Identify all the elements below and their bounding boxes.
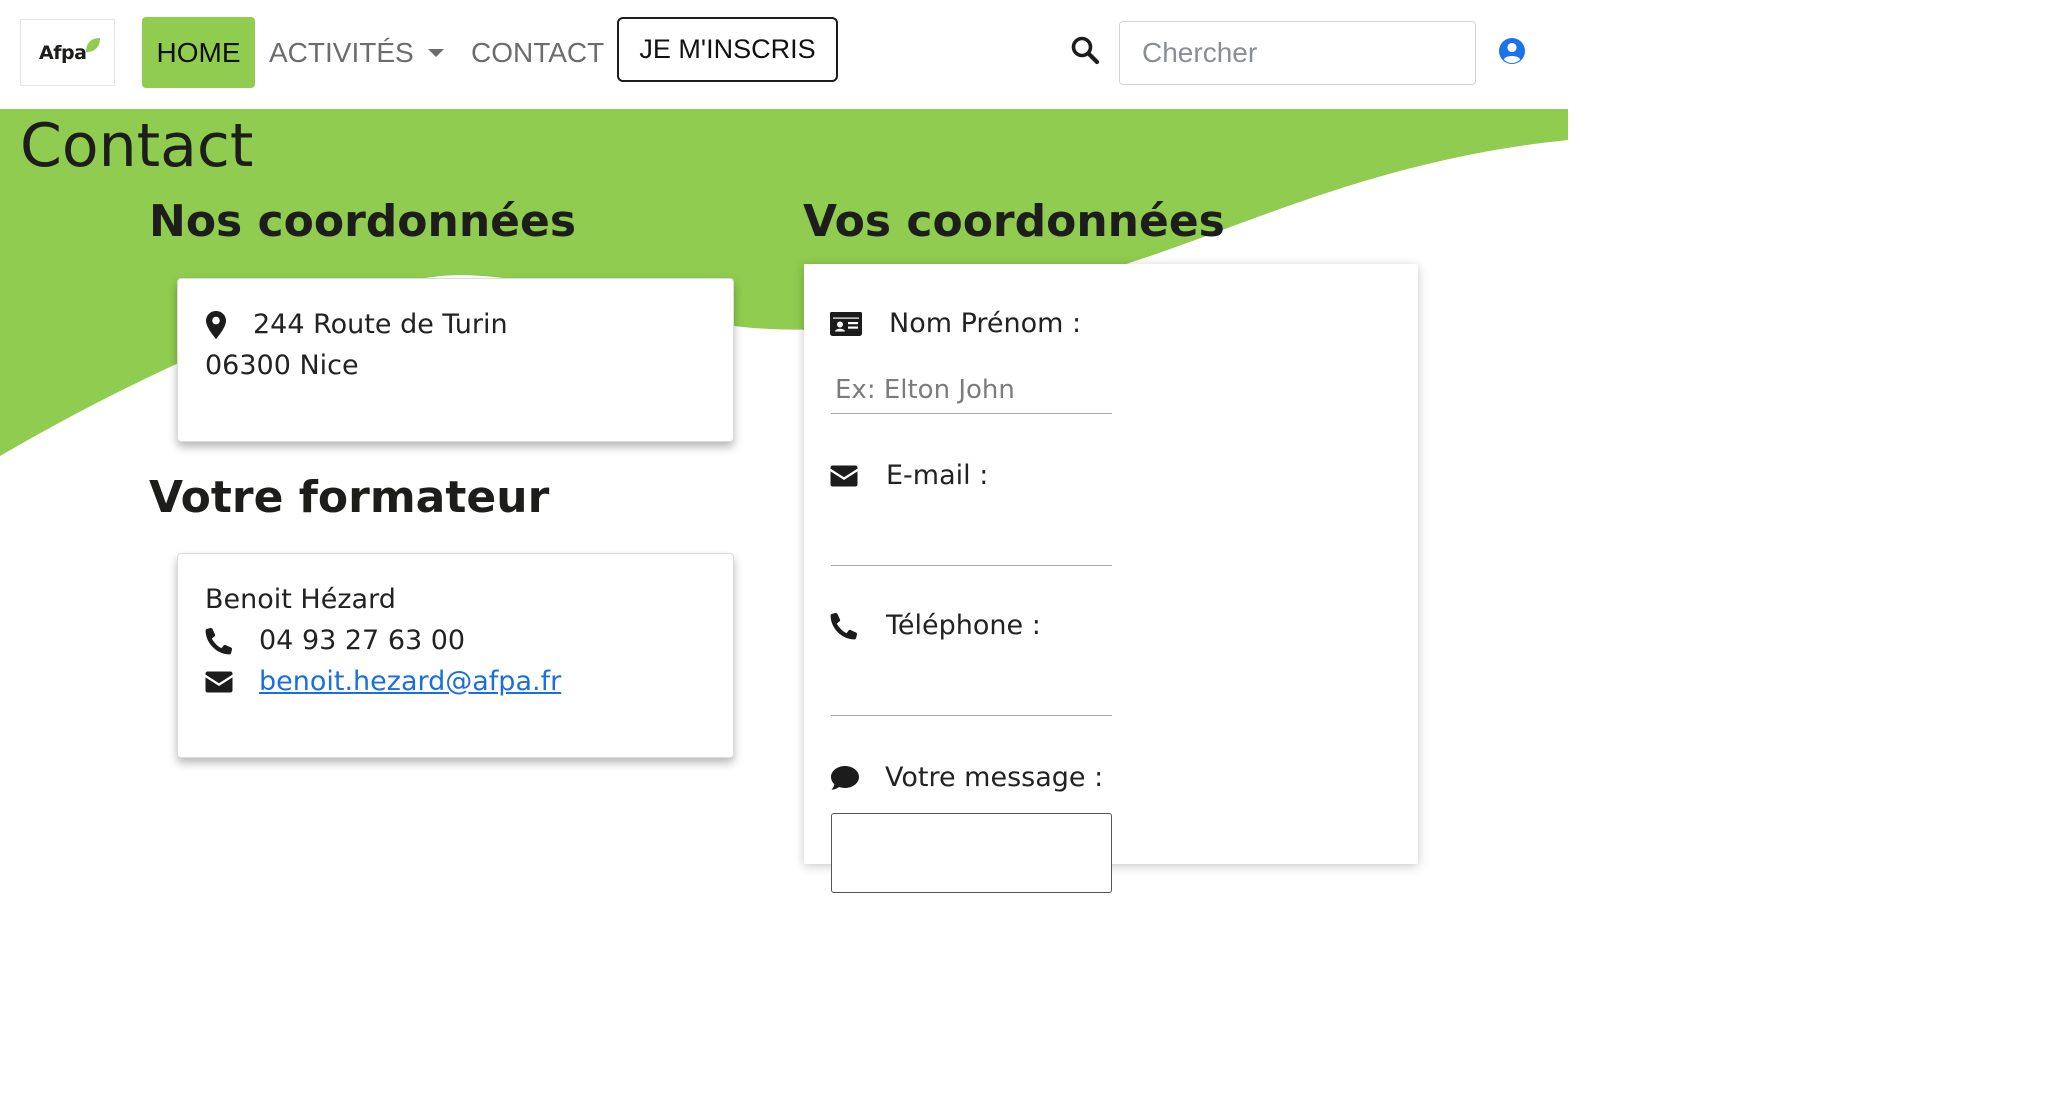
caret-down-icon xyxy=(427,48,444,57)
id-card-icon xyxy=(830,311,862,336)
navbar: Afpa HOME ACTIVITÉS CONTACT JE M'INSCRIS xyxy=(0,0,1568,109)
comment-icon xyxy=(831,765,859,790)
trainer-phone-line: 04 93 27 63 00 xyxy=(205,625,465,656)
phone-label: Téléphone : xyxy=(886,610,1041,641)
address-city: 06300 Nice xyxy=(205,350,359,381)
address-line-1: 244 Route de Turin xyxy=(205,309,508,340)
user-circle-icon[interactable] xyxy=(1497,36,1527,66)
nav-activites-label: ACTIVITÉS xyxy=(269,36,414,68)
trainer-phone: 04 93 27 63 00 xyxy=(259,625,466,656)
message-label: Votre message : xyxy=(885,762,1104,793)
phone-icon xyxy=(205,627,233,654)
nav-activites-dropdown[interactable]: ACTIVITÉS xyxy=(269,17,444,88)
page-title: Contact xyxy=(20,111,254,181)
phone-icon xyxy=(830,612,858,639)
message-label-row: Votre message : xyxy=(830,762,1103,793)
trainer-email-link[interactable]: benoit.hezard@afpa.fr xyxy=(259,666,561,697)
search-icon[interactable] xyxy=(1070,35,1100,65)
signup-button[interactable]: JE M'INSCRIS xyxy=(617,17,838,82)
nav-contact-link[interactable]: CONTACT xyxy=(471,17,604,88)
envelope-icon xyxy=(830,465,858,486)
email-input[interactable] xyxy=(831,518,1112,566)
nos-coordonnees-heading: Nos coordonnées xyxy=(149,196,577,247)
name-label: Nom Prénom : xyxy=(889,308,1082,339)
email-label-row: E-mail : xyxy=(830,460,988,491)
afpa-logo[interactable]: Afpa xyxy=(20,19,115,86)
leaf-icon xyxy=(86,38,100,52)
envelope-icon xyxy=(205,671,233,692)
phone-label-row: Téléphone : xyxy=(830,610,1041,641)
address-street: 244 Route de Turin xyxy=(253,309,508,340)
trainer-card: Benoit Hézard 04 93 27 63 00 benoit.heza… xyxy=(177,553,734,758)
name-label-row: Nom Prénom : xyxy=(830,308,1081,339)
trainer-name: Benoit Hézard xyxy=(205,584,396,615)
contact-form: Nom Prénom : E-mail : Téléphone : Votre … xyxy=(804,264,1418,893)
address-card: 244 Route de Turin 06300 Nice xyxy=(177,278,734,442)
map-marker-icon xyxy=(206,310,226,339)
vos-coordonnees-heading: Vos coordonnées xyxy=(803,196,1225,247)
nav-home-button[interactable]: HOME xyxy=(142,17,255,88)
phone-input[interactable] xyxy=(831,668,1112,716)
message-textarea[interactable] xyxy=(831,813,1112,893)
search-input[interactable] xyxy=(1119,21,1476,85)
trainer-email-line: benoit.hezard@afpa.fr xyxy=(205,666,561,697)
email-label: E-mail : xyxy=(886,460,989,491)
name-input[interactable] xyxy=(831,366,1112,414)
logo-text: Afpa xyxy=(39,42,87,64)
formateur-heading: Votre formateur xyxy=(149,472,550,523)
